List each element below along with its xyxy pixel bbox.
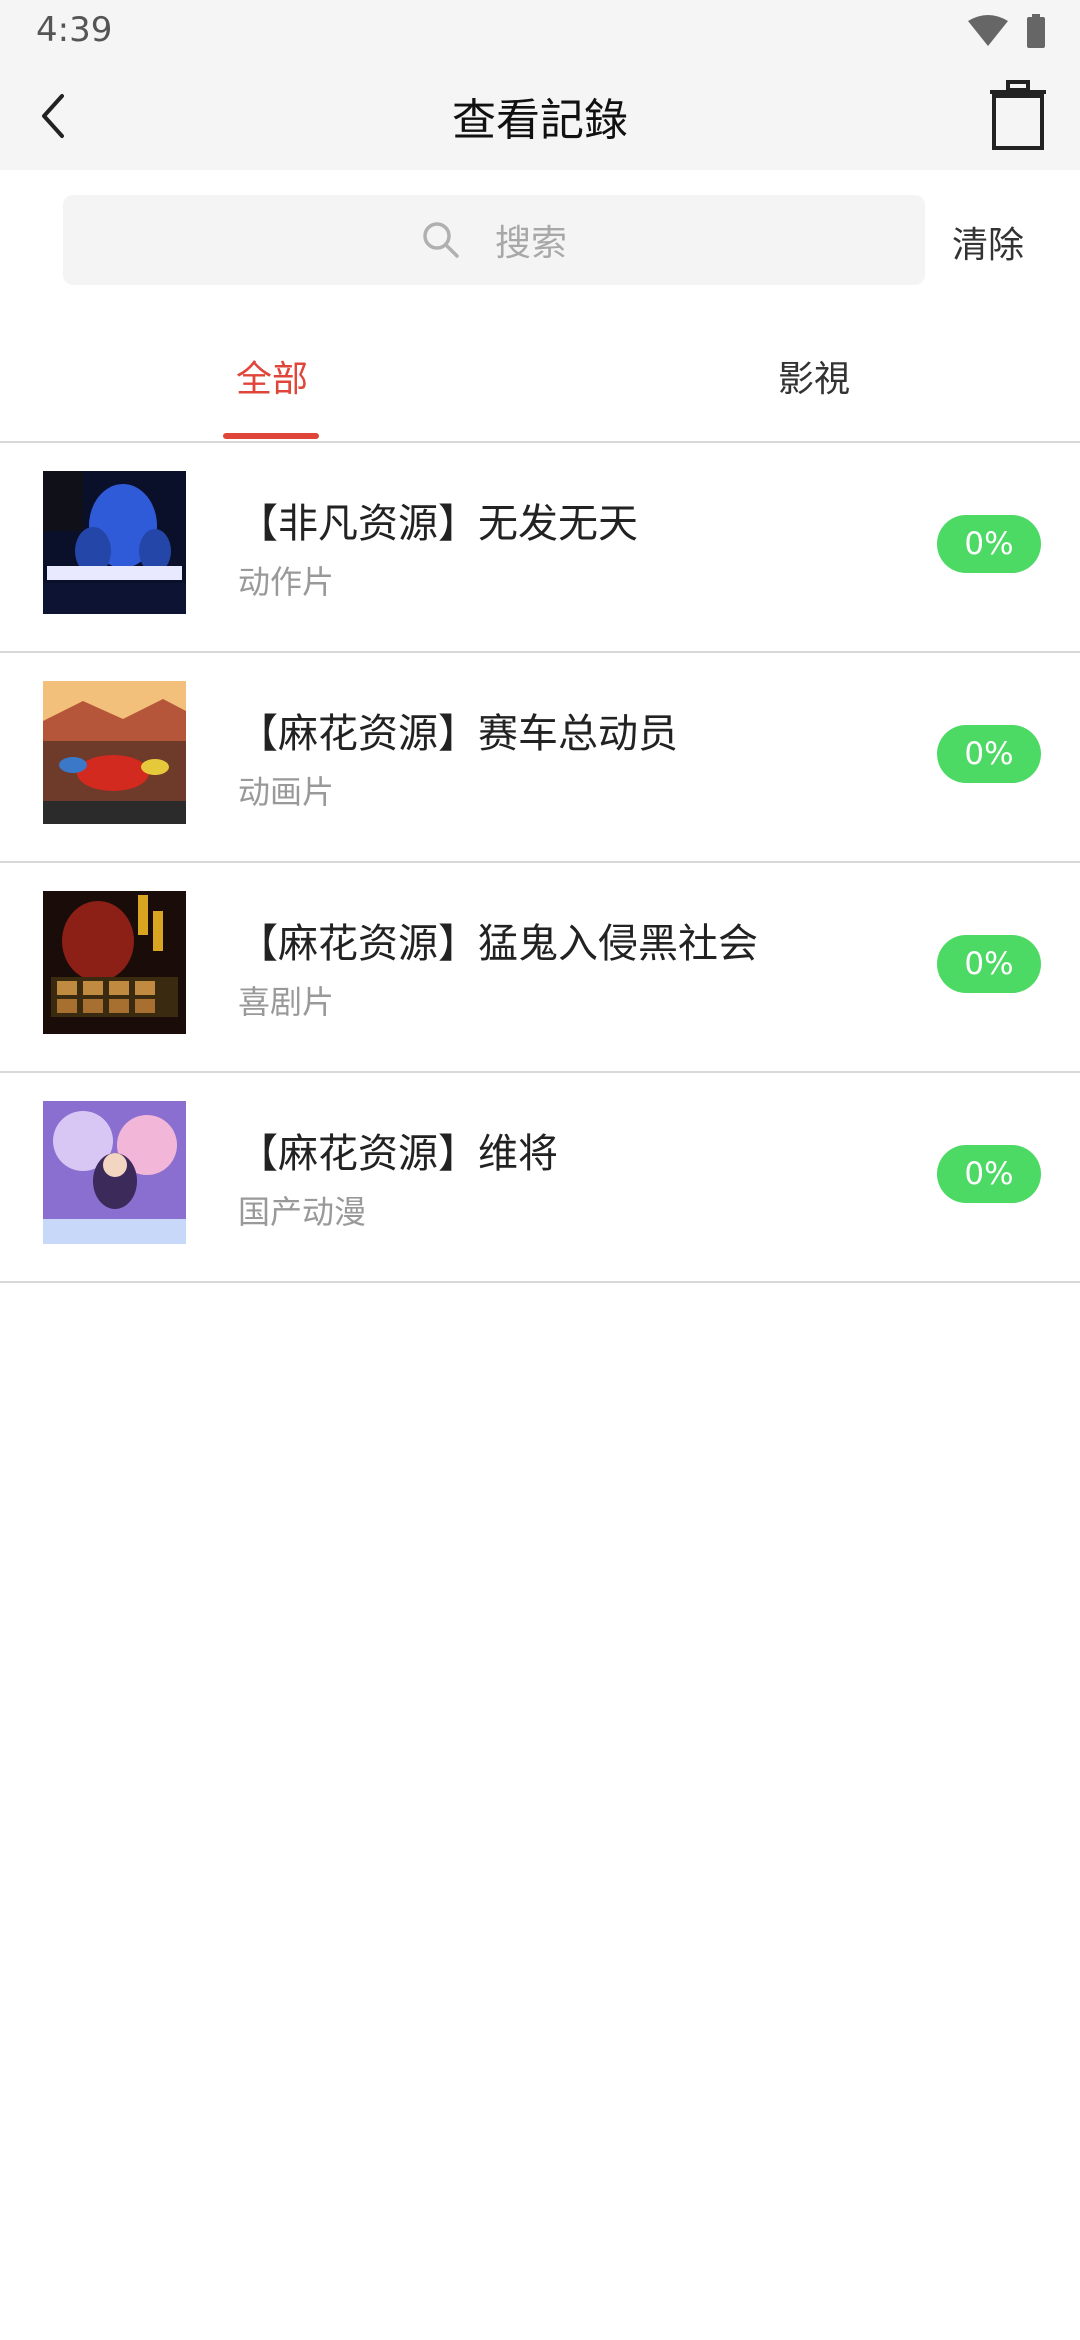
tab-all[interactable]: 全部 [236,350,308,402]
tab-video[interactable]: 影視 [778,350,850,402]
page-title: 查看記錄 [452,95,628,146]
item-category: 喜剧片 [238,983,335,1021]
status-time: 4:39 [36,10,113,50]
progress-badge: 0% [937,725,1041,783]
battery-icon [1026,14,1046,52]
history-list: 【非凡资源】无发无天 动作片 0% 【麻花资源】赛车总动员 动画片 0% 【麻花… [0,443,1080,1283]
poster-thumbnail [43,891,186,1034]
list-item[interactable]: 【非凡资源】无发无天 动作片 0% [0,443,1080,653]
poster-thumbnail [43,681,186,824]
list-item[interactable]: 【麻花资源】维将 国产动漫 0% [0,1073,1080,1283]
item-category: 动作片 [238,563,335,601]
trash-icon [990,80,1046,150]
poster-thumbnail [43,471,186,614]
item-title: 【麻花资源】猛鬼入侵黑社会 [238,921,758,967]
item-category: 动画片 [238,773,335,811]
list-item[interactable]: 【麻花资源】猛鬼入侵黑社会 喜剧片 0% [0,863,1080,1073]
progress-badge: 0% [937,515,1041,573]
progress-badge: 0% [937,935,1041,993]
status-bar: 4:39 [0,0,1080,62]
item-title: 【麻花资源】维将 [238,1131,558,1177]
search-placeholder: 搜索 [494,223,567,264]
progress-badge: 0% [937,1145,1041,1203]
list-item[interactable]: 【麻花资源】赛车总动员 动画片 0% [0,653,1080,863]
poster-thumbnail [43,1101,186,1244]
item-category: 国产动漫 [238,1193,367,1231]
search-icon [423,222,459,258]
delete-all-button[interactable] [984,80,1052,152]
active-tab-indicator [223,433,319,439]
clear-button[interactable]: 清除 [952,216,1024,268]
item-title: 【非凡资源】无发无天 [238,501,638,547]
status-icons [968,14,1046,52]
wifi-icon [968,15,1008,51]
item-title: 【麻花资源】赛车总动员 [238,711,678,757]
search-input[interactable]: 搜索 [63,195,925,285]
header-bar: 查看記錄 [0,62,1080,170]
tab-bar: 全部 影視 [0,320,1080,442]
